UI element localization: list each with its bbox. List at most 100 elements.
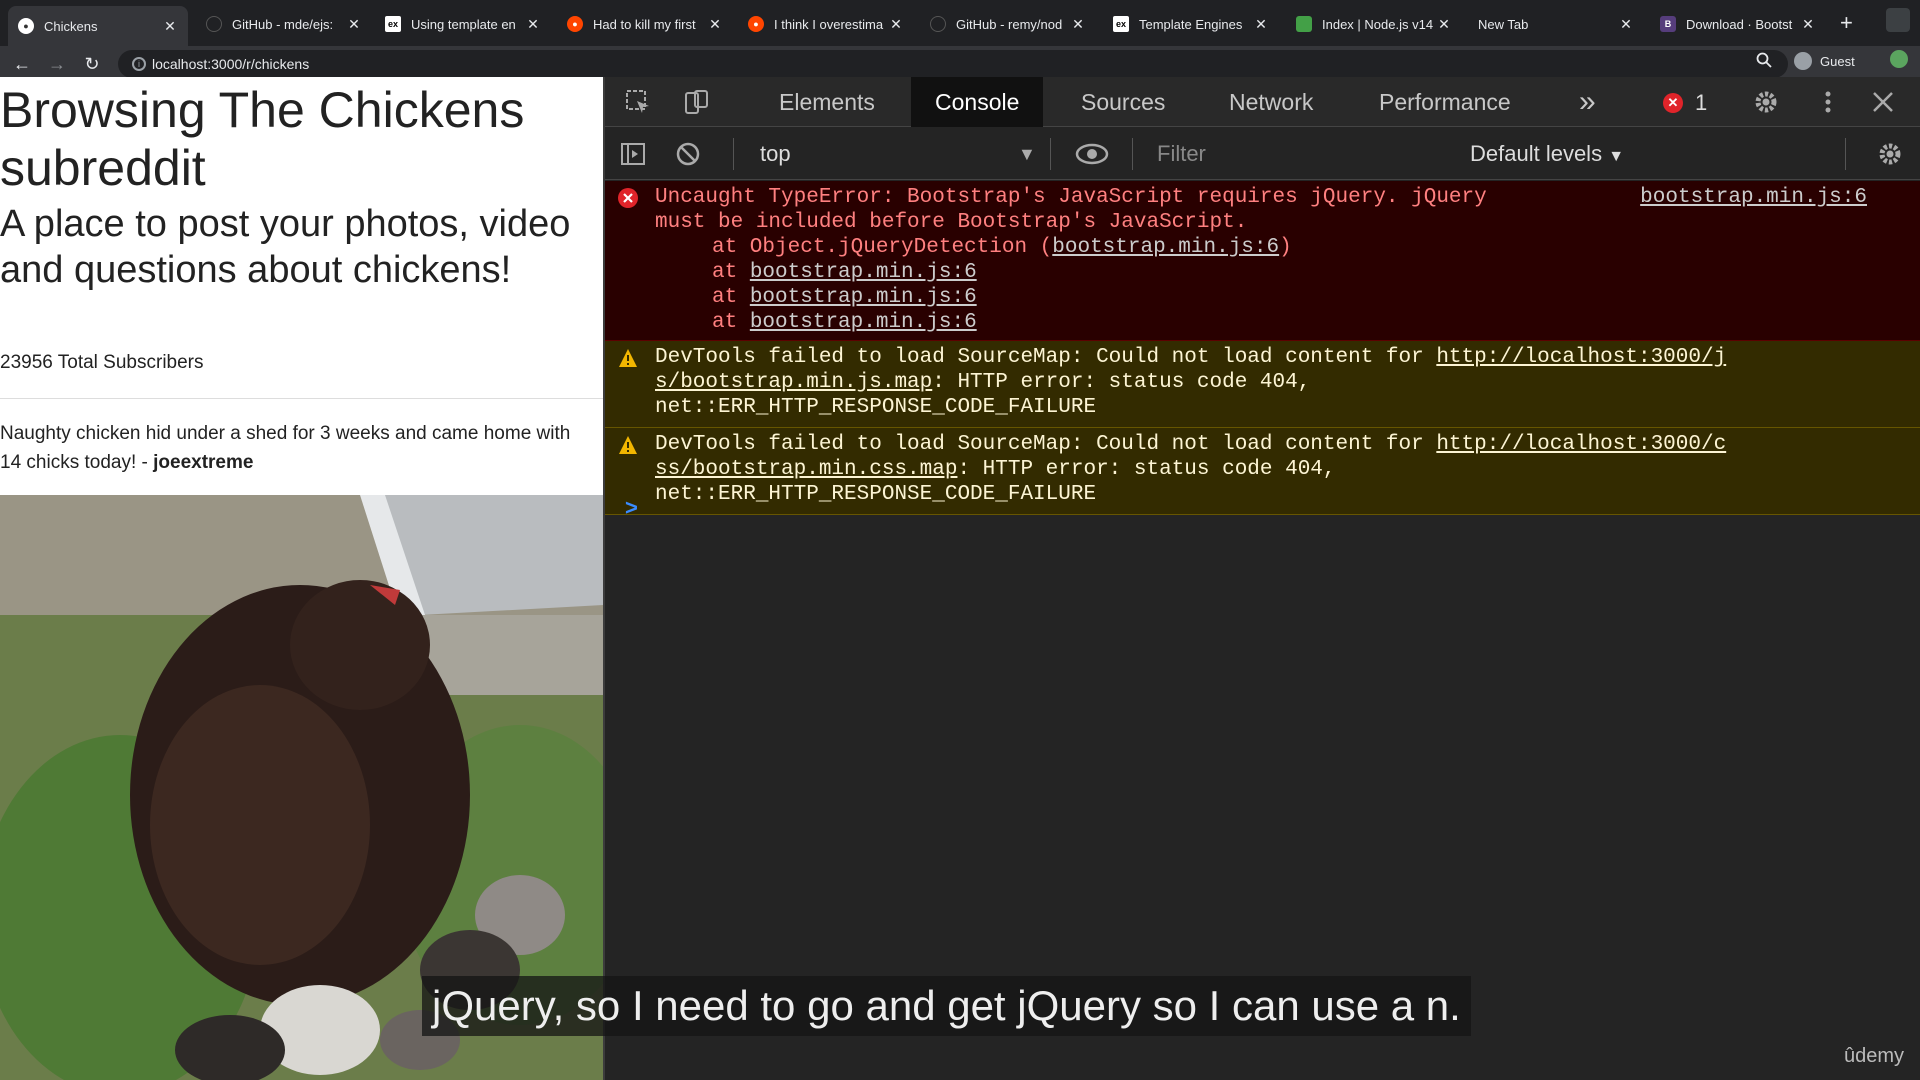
tab-network[interactable]: Network xyxy=(1205,77,1337,127)
console-prompt-icon[interactable]: > xyxy=(625,495,638,521)
stack-trace-line: at bootstrap.min.js:6 xyxy=(655,310,1882,335)
more-vertical-icon[interactable] xyxy=(1815,89,1841,115)
console-toolbar: top ▼ Filter Default levels ▼ xyxy=(605,128,1920,180)
tab-label: GitHub - mde/ejs: xyxy=(232,16,334,32)
warning-text-line: net::ERR_HTTP_RESPONSE_CODE_FAILURE xyxy=(655,483,1097,506)
live-expression-eye-icon[interactable] xyxy=(1075,141,1109,167)
stack-trace-line: at Object.jQueryDetection (bootstrap.min… xyxy=(655,235,1882,260)
sourcemap-link[interactable]: s/bootstrap.min.js.map xyxy=(655,371,932,394)
console-filter-input[interactable]: Filter xyxy=(1157,141,1206,167)
warning-text-line: DevTools failed to load SourceMap: Could… xyxy=(655,345,1882,370)
page-title: Browsing The Chickens subreddit xyxy=(0,82,525,196)
post-title[interactable]: Naughty chicken hid under a shed for 3 w… xyxy=(0,419,590,477)
tab-label: Template Engines xyxy=(1139,16,1243,32)
close-icon[interactable] xyxy=(1870,89,1896,115)
sidebar-toggle-icon[interactable] xyxy=(620,141,646,167)
page-viewport: Browsing The Chickens subreddit A place … xyxy=(0,77,603,1080)
inspect-element-icon[interactable] xyxy=(625,89,651,115)
tab-reddit-overestimate[interactable]: ● I think I overestima ✕ xyxy=(738,8,914,40)
close-icon[interactable]: ✕ xyxy=(1070,16,1086,33)
error-icon: ✕ xyxy=(1663,93,1683,113)
warning-text-line: s/bootstrap.min.js.map: HTTP error: stat… xyxy=(655,370,1882,395)
divider xyxy=(0,398,603,399)
warning-icon xyxy=(619,436,637,454)
tab-template-engines[interactable]: ex Template Engines ✕ xyxy=(1103,8,1279,40)
tab-sources[interactable]: Sources xyxy=(1057,77,1189,127)
tab-elements[interactable]: Elements xyxy=(755,77,899,127)
tab-bootstrap-download[interactable]: B Download · Bootst ✕ xyxy=(1650,8,1826,40)
divider xyxy=(733,138,734,170)
clear-console-icon[interactable] xyxy=(675,141,701,167)
console-warning-message: DevTools failed to load SourceMap: Could… xyxy=(605,341,1920,428)
bootstrap-icon: B xyxy=(1660,16,1676,32)
error-count-badge[interactable]: ✕ 1 xyxy=(1663,90,1707,116)
close-icon[interactable]: ✕ xyxy=(1253,16,1269,33)
tab-chickens[interactable]: ● Chickens ✕ xyxy=(8,6,188,46)
sourcemap-link[interactable]: ss/bootstrap.min.css.map xyxy=(655,458,957,481)
stack-trace-link[interactable]: bootstrap.min.js:6 xyxy=(750,261,977,284)
stack-trace-link[interactable]: bootstrap.min.js:6 xyxy=(1052,236,1279,259)
tab-label: Had to kill my first xyxy=(593,16,696,32)
tab-console[interactable]: Console xyxy=(911,77,1044,127)
address-bar[interactable]: i localhost:3000/r/chickens xyxy=(118,50,1788,78)
subreddit-description: A place to post your photos, video and q… xyxy=(0,203,571,291)
close-icon[interactable]: ✕ xyxy=(707,16,723,33)
tab-new-tab[interactable]: New Tab ✕ xyxy=(1468,8,1644,40)
error-source-link[interactable]: bootstrap.min.js:6 xyxy=(1640,185,1867,210)
divider xyxy=(1050,138,1051,170)
close-icon[interactable]: ✕ xyxy=(1800,16,1816,33)
log-levels-label: Default levels xyxy=(1470,141,1603,166)
profile-button[interactable]: Guest xyxy=(1794,50,1855,72)
stack-trace-link[interactable]: bootstrap.min.js:6 xyxy=(750,286,977,309)
console-settings-gear-icon[interactable] xyxy=(1877,141,1903,167)
error-text-line: must be included before Bootstrap's Java… xyxy=(655,211,1248,234)
close-icon[interactable]: ✕ xyxy=(1618,16,1634,33)
back-arrow-icon[interactable]: ← xyxy=(10,52,34,76)
error-count: 1 xyxy=(1695,90,1708,115)
divider xyxy=(1845,138,1846,170)
tab-performance[interactable]: Performance xyxy=(1355,77,1535,127)
sourcemap-link[interactable]: http://localhost:3000/c xyxy=(1436,433,1726,456)
close-icon[interactable]: ✕ xyxy=(525,16,541,33)
log-levels-dropdown[interactable]: Default levels ▼ xyxy=(1470,141,1624,167)
extension-icon[interactable] xyxy=(1886,8,1910,32)
close-icon[interactable]: ✕ xyxy=(888,16,904,33)
tab-label: GitHub - remy/nod xyxy=(956,16,1063,32)
tab-label: Using template en xyxy=(411,16,516,32)
forward-arrow-icon[interactable]: → xyxy=(45,52,69,76)
reddit-icon: ● xyxy=(18,18,34,34)
tab-strip: ● Chickens ✕ GitHub - mde/ejs: ✕ ex Usin… xyxy=(0,0,1920,46)
profile-label: Guest xyxy=(1820,53,1855,69)
tab-template-engines-express[interactable]: ex Using template en ✕ xyxy=(375,8,551,40)
close-icon[interactable]: ✕ xyxy=(162,18,178,35)
device-toolbar-icon[interactable] xyxy=(683,89,709,115)
zoom-icon[interactable] xyxy=(1756,52,1772,68)
tab-github-ejs[interactable]: GitHub - mde/ejs: ✕ xyxy=(196,8,372,40)
reddit-icon: ● xyxy=(748,16,764,32)
warning-icon xyxy=(619,349,637,367)
warning-text-line: net::ERR_HTTP_RESPONSE_CODE_FAILURE xyxy=(655,396,1097,419)
new-tab-button[interactable]: + xyxy=(1840,12,1853,34)
stack-trace-link[interactable]: bootstrap.min.js:6 xyxy=(750,311,977,334)
more-tabs-icon[interactable]: » xyxy=(1555,77,1620,127)
tab-label: I think I overestima xyxy=(774,16,884,32)
close-icon[interactable]: ✕ xyxy=(346,16,362,33)
close-icon[interactable]: ✕ xyxy=(1436,16,1452,33)
context-selector[interactable]: top xyxy=(760,141,791,167)
warning-text: : HTTP error: status code 404, xyxy=(932,371,1311,394)
tab-github-remy[interactable]: GitHub - remy/nod ✕ xyxy=(920,8,1096,40)
tab-label: New Tab xyxy=(1478,16,1529,32)
devtools-tabbar: Elements Console Sources Network Perform… xyxy=(605,77,1920,127)
tab-reddit-kill[interactable]: ● Had to kill my first ✕ xyxy=(557,8,733,40)
extension-dot-icon[interactable] xyxy=(1890,50,1908,68)
sourcemap-link[interactable]: http://localhost:3000/j xyxy=(1436,346,1726,369)
nodejs-icon xyxy=(1296,16,1312,32)
settings-gear-icon[interactable] xyxy=(1753,89,1779,115)
chevron-down-icon[interactable]: ▼ xyxy=(1018,144,1036,165)
github-icon xyxy=(206,16,222,32)
tab-nodejs[interactable]: Index | Node.js v14 ✕ xyxy=(1286,8,1462,40)
subscriber-count: 23956 Total Subscribers xyxy=(0,352,204,373)
info-icon[interactable]: i xyxy=(132,57,146,71)
stack-trace-text: at Object.jQueryDetection ( xyxy=(712,236,1053,259)
reload-icon[interactable]: ↻ xyxy=(80,52,104,76)
